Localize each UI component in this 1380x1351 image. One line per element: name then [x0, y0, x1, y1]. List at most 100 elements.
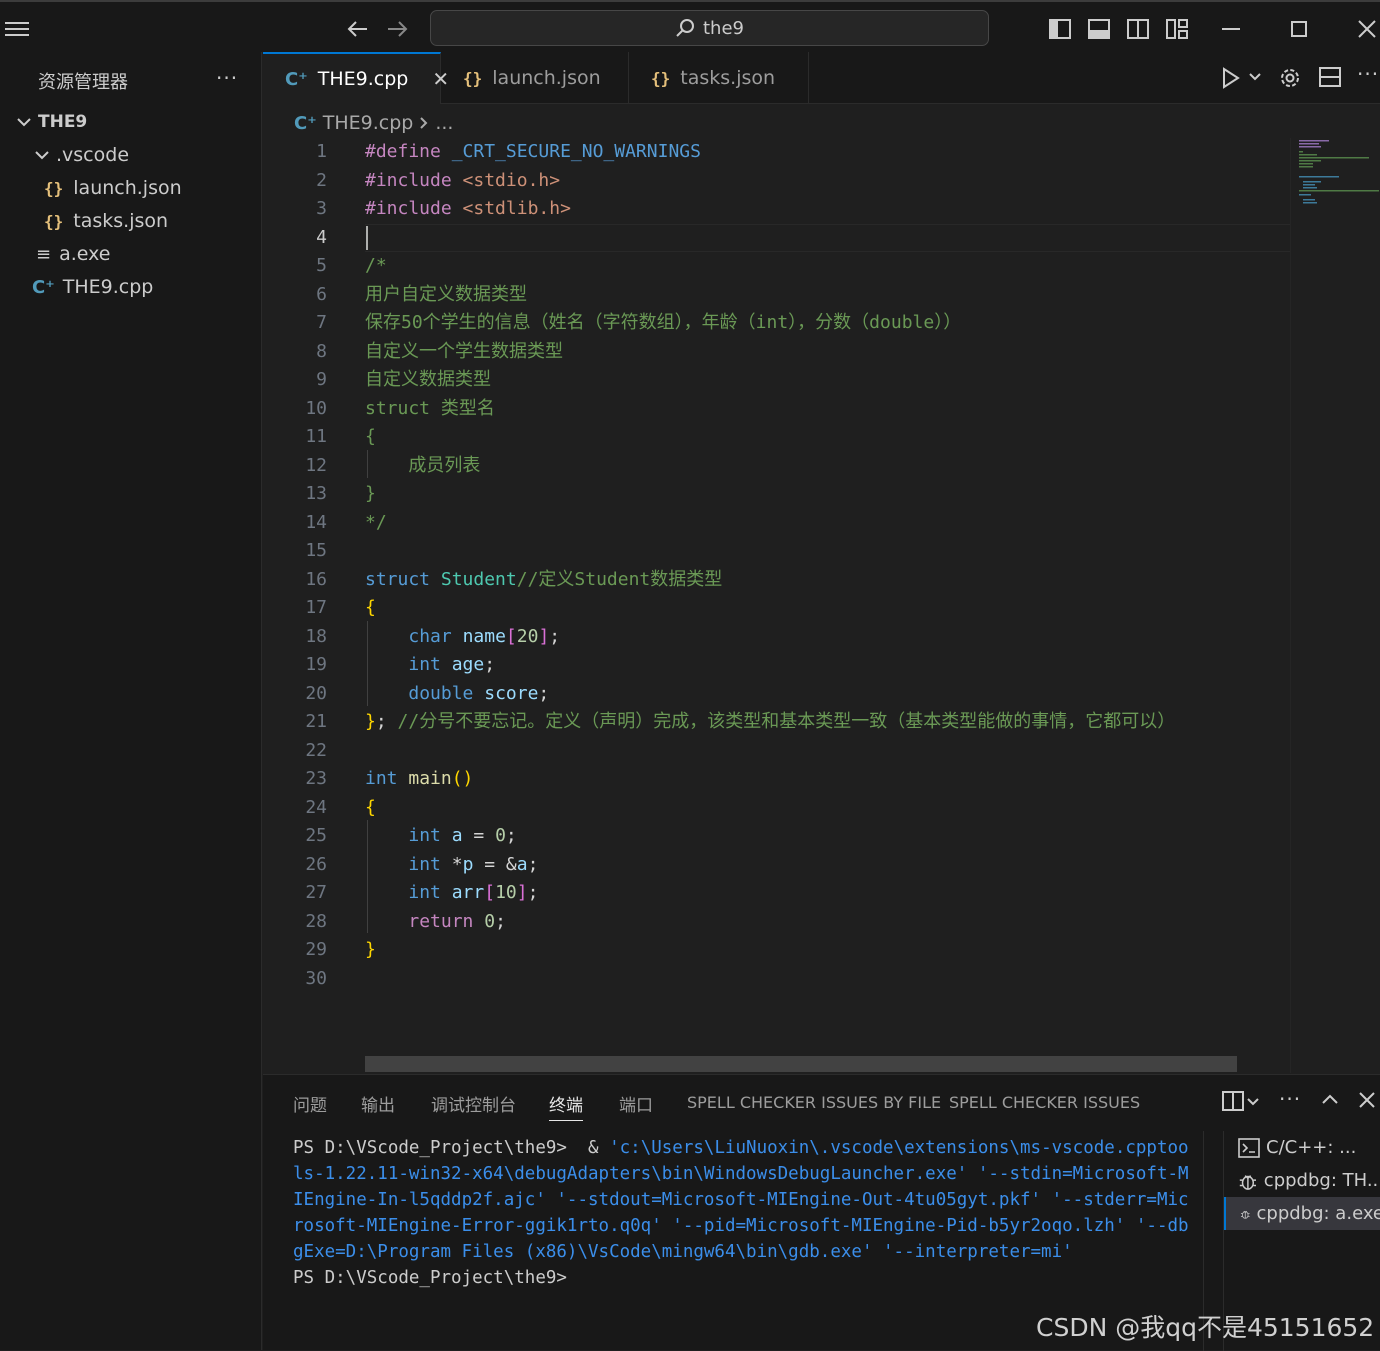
code-line-7: 保存50个学生的信息（姓名（字符数组），年龄（int），分数（double））: [365, 312, 962, 333]
panel-tab-problems[interactable]: 问题: [293, 1091, 327, 1116]
code-line-18: char name[20];: [408, 626, 561, 647]
line-number: 27: [305, 882, 327, 903]
terminal-output[interactable]: PS D:\VScode_Project\the9> & 'c:\Users\L…: [293, 1135, 1198, 1291]
chevron-down-icon: [17, 118, 31, 127]
customize-layout-icon[interactable]: [1164, 16, 1190, 42]
terminal-item-cppdbg-the9[interactable]: cppdbg: TH...: [1224, 1164, 1380, 1197]
breadcrumb-symbol[interactable]: ...: [435, 112, 453, 134]
line-number: 25: [305, 825, 327, 846]
more-actions-icon[interactable]: ···: [1279, 1087, 1301, 1111]
code-editor[interactable]: 1 2 3 4 5 6 7 8 9 10 11 12 13 14 15 16 17 18 19 20 21 22 23 24 2…: [263, 138, 1290, 1073]
code-line-28: return 0;: [408, 911, 506, 932]
text-cursor: [366, 226, 368, 250]
line-number: 10: [305, 398, 327, 419]
minimize-icon[interactable]: [1218, 16, 1244, 42]
tree-file-a-exe[interactable]: ≡ a.exe: [0, 238, 298, 270]
json-file-icon: {}: [463, 68, 483, 88]
toggle-secondary-sidebar-icon[interactable]: [1125, 16, 1151, 42]
chevron-down-icon[interactable]: [1248, 72, 1262, 82]
line-number: 4: [316, 227, 327, 248]
command-center-search[interactable]: the9: [430, 10, 989, 46]
debug-icon: [1240, 1210, 1250, 1219]
cpp-file-icon: C⁺: [294, 112, 317, 134]
split-editor-icon[interactable]: [1319, 67, 1341, 87]
line-number: 30: [305, 968, 327, 989]
tree-root-folder[interactable]: THE9: [0, 106, 278, 138]
maximize-icon[interactable]: [1286, 16, 1312, 42]
split-terminal-icon[interactable]: [1222, 1091, 1244, 1111]
terminal-item-cpp[interactable]: C/C++: ...: [1224, 1131, 1380, 1164]
csdn-watermark: CSDN @我qq不是45151652: [1036, 1313, 1375, 1342]
maximize-panel-icon[interactable]: [1321, 1093, 1339, 1105]
panel-tab-spell-checker[interactable]: SPELL CHECKER ISSUES: [949, 1093, 1140, 1112]
json-file-icon: {}: [44, 211, 64, 231]
close-window-icon[interactable]: [1354, 16, 1380, 42]
terminal-operator: &: [577, 1138, 610, 1158]
code-line-11: {: [365, 426, 376, 447]
chevron-down-icon[interactable]: [1246, 1097, 1260, 1107]
forward-arrow-icon[interactable]: [384, 16, 410, 42]
code-line-23: int main(): [365, 768, 474, 789]
code-line-14: */: [365, 512, 387, 533]
cpp-file-icon: C⁺: [32, 276, 55, 298]
line-number: 29: [305, 939, 327, 960]
line-number: 9: [316, 369, 327, 390]
panel-tab-terminal[interactable]: 终端: [549, 1091, 583, 1121]
explorer-sidebar: 资源管理器 ··· THE9 .vscode {} launch.json {}…: [0, 52, 262, 1350]
tab-tasks-json[interactable]: {} tasks.json: [629, 52, 809, 104]
tree-file-launch-json[interactable]: {} launch.json: [0, 172, 306, 204]
breadcrumb: C⁺ THE9.cpp ...: [294, 110, 453, 136]
panel-tab-debug-console[interactable]: 调试控制台: [431, 1091, 516, 1116]
code-line-26: int *p = &a;: [408, 854, 539, 875]
tree-folder-vscode[interactable]: .vscode: [0, 139, 296, 171]
minimap[interactable]: [1290, 138, 1380, 1073]
code-line-29: }: [365, 939, 376, 960]
code-line-25: int a = 0;: [408, 825, 517, 846]
code-line-20: double score;: [408, 683, 550, 704]
code-line-10: struct 类型名: [365, 398, 495, 419]
code-line-24: {: [365, 797, 376, 818]
search-icon: [676, 19, 694, 37]
tree-file-the9-cpp[interactable]: C⁺ THE9.cpp: [0, 271, 294, 303]
code-line-19: int age;: [408, 654, 496, 675]
line-number: 11: [305, 426, 327, 447]
chevron-right-icon: [420, 117, 428, 129]
tree-file-tasks-json[interactable]: {} tasks.json: [0, 205, 306, 237]
line-number: 20: [305, 683, 327, 704]
line-number: 21: [305, 711, 327, 732]
gear-icon[interactable]: [1279, 67, 1301, 89]
menu-icon[interactable]: [4, 16, 30, 42]
line-number: 7: [316, 312, 327, 333]
terminal-prompt: PS D:\VScode_Project\the9>: [293, 1268, 567, 1288]
tab-launch-json[interactable]: {} launch.json: [441, 52, 629, 104]
line-number: 22: [305, 740, 327, 761]
debug-icon: [1239, 1174, 1256, 1190]
line-number: 1: [316, 141, 327, 162]
tab-the9-cpp[interactable]: C⁺ THE9.cpp ✕: [263, 52, 449, 104]
code-line-1: #define _CRT_SECURE_NO_WARNINGS: [365, 141, 701, 162]
terminal-item-cppdbg-a-exe[interactable]: cppdbg: a.exe: [1224, 1197, 1380, 1230]
horizontal-scrollbar[interactable]: [365, 1056, 1237, 1072]
close-panel-icon[interactable]: [1359, 1092, 1375, 1108]
panel-tab-output[interactable]: 输出: [361, 1091, 395, 1116]
back-arrow-icon[interactable]: [345, 16, 371, 42]
line-number: 17: [305, 597, 327, 618]
search-text: the9: [703, 17, 744, 39]
code-line-6: 用户自定义数据类型: [365, 284, 527, 305]
exe-file-icon: ≡: [36, 243, 52, 265]
line-number: 14: [305, 512, 327, 533]
code-line-8: 自定义一个学生数据类型: [365, 341, 563, 362]
explorer-title: 资源管理器: [38, 72, 128, 93]
line-number: 2: [316, 170, 327, 191]
chevron-down-icon: [35, 151, 49, 160]
run-icon[interactable]: [1221, 67, 1241, 89]
panel-tab-spell-checker-by-file[interactable]: SPELL CHECKER ISSUES BY FILE: [687, 1093, 941, 1112]
toggle-panel-icon[interactable]: [1086, 16, 1112, 42]
breadcrumb-file[interactable]: THE9.cpp: [323, 112, 414, 134]
terminal-icon: [1238, 1137, 1260, 1158]
line-number: 24: [305, 797, 327, 818]
panel-tab-ports[interactable]: 端口: [619, 1091, 653, 1116]
more-actions-icon[interactable]: ···: [216, 66, 238, 90]
toggle-primary-sidebar-icon[interactable]: [1047, 16, 1073, 42]
more-actions-icon[interactable]: ···: [1357, 62, 1379, 86]
